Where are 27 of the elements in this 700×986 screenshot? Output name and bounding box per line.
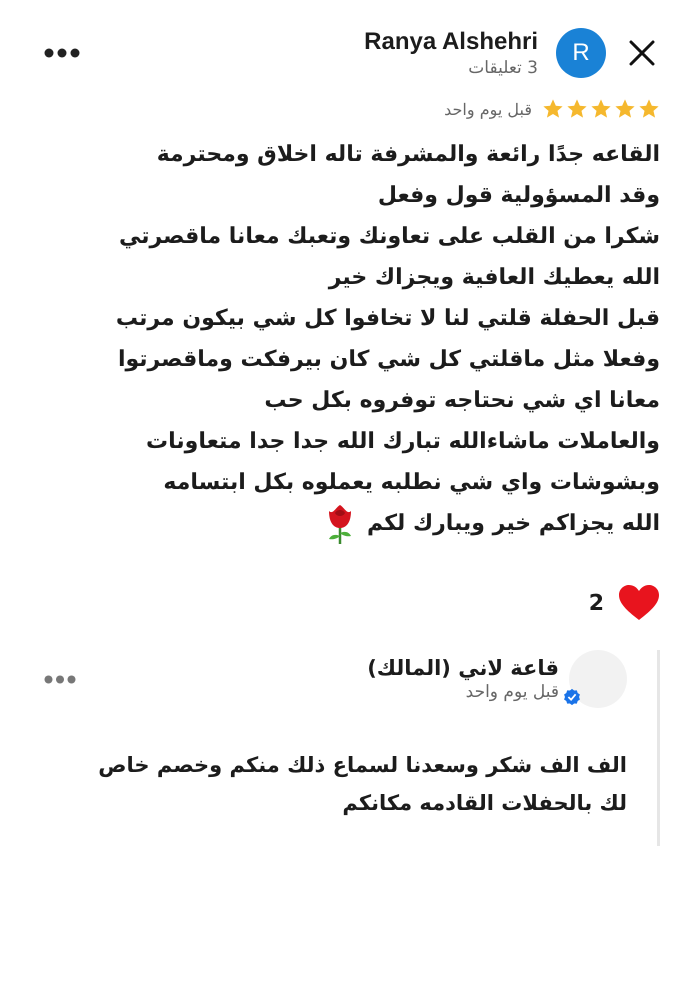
more-icon	[44, 48, 80, 58]
reaction-count: 2	[588, 590, 604, 616]
star-icon	[566, 98, 588, 120]
reply-author: قاعة لاني (المالك)	[367, 656, 559, 680]
star-icon	[590, 98, 612, 120]
reply-time: قبل يوم واحد	[466, 682, 559, 702]
review-line: وقد المسؤولية قول وفعل	[378, 182, 660, 210]
review-time: قبل يوم واحد	[444, 100, 532, 118]
review-line: والعاملات ماشاءالله تبارك الله جدا جدا متعاونات	[146, 428, 660, 456]
review-line: وفعلا مثل ماقلتي كل شي كان بيرفكت وماقصرتوا	[118, 346, 660, 374]
review-line: وبشوشات واي شي نطلبه يعملوه بكل ابتسامه	[163, 468, 660, 496]
star-icon	[638, 98, 660, 120]
review-line: الله يجزاكم خير ويبارك لكم	[367, 510, 660, 538]
review-line: الله يعطيك العافية ويجزاك خير	[328, 264, 660, 292]
review-line: القاعه جدًا رائعة والمشرفة تاله اخلاق ومحترمة	[156, 140, 660, 168]
review-line: قبل الحفلة قلتي لنا لا تخافوا كل شي بيكون مرتب	[116, 304, 660, 332]
review-line: معانا اي شي نحتاجه توفروه بكل حب	[264, 386, 660, 414]
avatar: R	[556, 28, 606, 78]
more-icon	[44, 674, 76, 684]
close-icon	[628, 39, 656, 67]
star-icon	[542, 98, 564, 120]
heart-icon	[618, 584, 660, 622]
reply-text: الف الف شكر وسعدنا لسماع ذلك منكم وخصم خاص لك بالحفلات القادمه مكانكم	[97, 752, 627, 818]
comment-count: 3 تعليقات	[468, 58, 538, 78]
review-line: شكرا من القلب على تعاونك وتعبك معانا ماقصرتي	[118, 222, 660, 250]
star-icon	[614, 98, 636, 120]
author-name: Ranya Alshehri	[364, 28, 538, 56]
